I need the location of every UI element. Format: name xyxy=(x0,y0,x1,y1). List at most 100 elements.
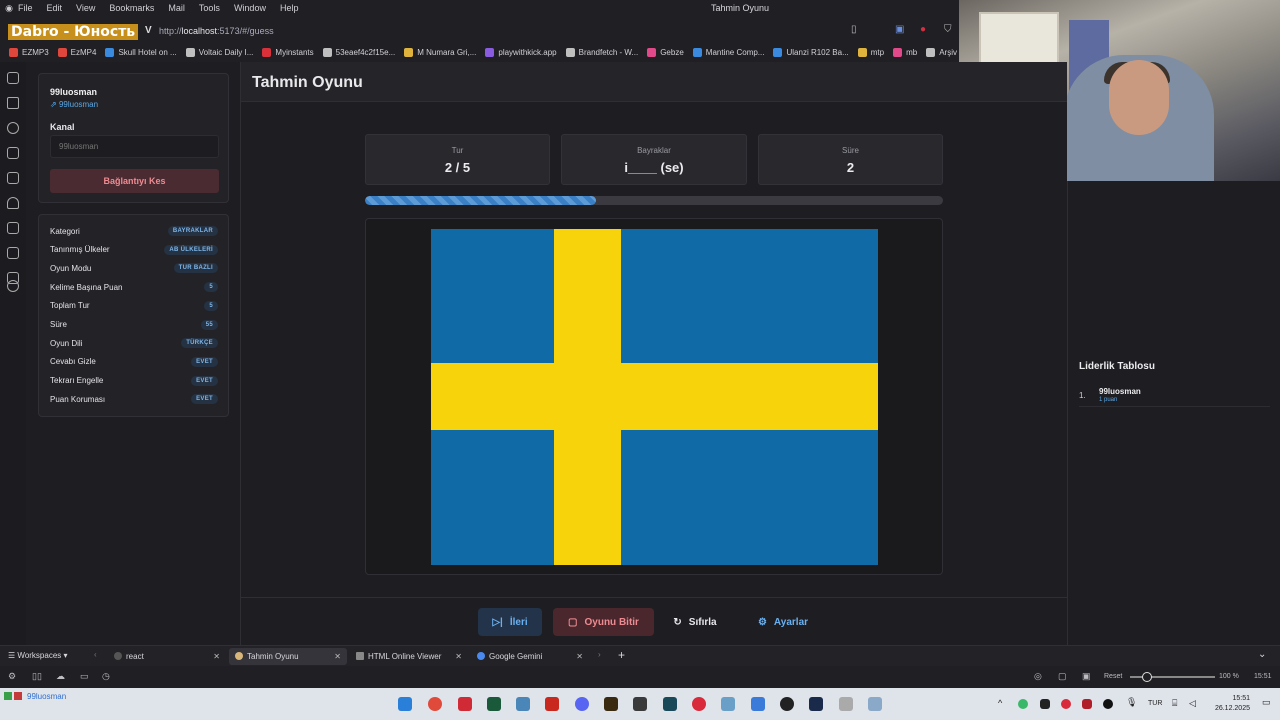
bookmark-item[interactable]: Voltaic Daily I... xyxy=(185,47,253,57)
workspaces-button[interactable]: ☰ Workspaces ▾ xyxy=(8,651,68,660)
bookmark-item[interactable]: M Numara Gri,... xyxy=(404,47,476,57)
bookmark-item[interactable]: EZMP3 xyxy=(9,47,49,57)
database-icon[interactable] xyxy=(516,697,530,711)
panel-downloads-icon[interactable] xyxy=(7,97,19,109)
menu-mail[interactable]: Mail xyxy=(168,3,185,13)
end-game-button[interactable]: ▢ Oyunu Bitir xyxy=(553,608,654,636)
setting-label: Cevabı Gizle xyxy=(50,357,96,367)
menu-help[interactable]: Help xyxy=(280,3,299,13)
close-tab-icon[interactable]: ✕ xyxy=(334,648,341,665)
tab-menu-icon[interactable]: ⌄ xyxy=(1258,649,1266,660)
github-icon[interactable] xyxy=(780,697,794,711)
panel-toggle-icon[interactable]: ⚙ xyxy=(8,671,16,682)
panel-notes-icon[interactable] xyxy=(7,147,19,159)
tray-app3-icon[interactable] xyxy=(1061,699,1071,709)
calculator-icon[interactable] xyxy=(868,697,882,711)
tray-chevron-icon[interactable]: ^ xyxy=(998,698,1002,708)
volume-icon[interactable]: ◁ xyxy=(1189,698,1196,709)
close-tab-icon[interactable]: ✕ xyxy=(455,648,462,665)
windows-start-icon[interactable] xyxy=(398,697,412,711)
bookmark-item[interactable]: Skull Hotel on ... xyxy=(105,47,177,57)
menu-view[interactable]: View xyxy=(76,3,95,13)
panel-bookmarks-icon[interactable] xyxy=(7,72,19,84)
zoom-slider[interactable] xyxy=(1130,672,1215,682)
tab-tahmin-oyunu[interactable]: Tahmin Oyunu ✕ xyxy=(229,648,347,665)
terminal-icon[interactable] xyxy=(487,697,501,711)
panel-translate-icon[interactable] xyxy=(7,172,19,184)
cloud-icon[interactable]: ☁ xyxy=(56,671,65,682)
screenshot-icon[interactable]: ▢ xyxy=(1058,671,1067,682)
illustrator-icon[interactable] xyxy=(604,697,618,711)
bookmark-item[interactable]: mtp xyxy=(857,47,884,57)
network-icon[interactable]: ⌸ xyxy=(1172,698,1177,709)
bookmark-item[interactable]: Mantine Comp... xyxy=(692,47,764,57)
tray-app4-icon[interactable] xyxy=(1082,699,1092,709)
close-tab-icon[interactable]: ✕ xyxy=(576,648,583,665)
user-link[interactable]: ⇗ 99luosman xyxy=(50,100,98,109)
translate-icon[interactable]: ▣ xyxy=(895,24,904,35)
vscode-icon[interactable] xyxy=(751,697,765,711)
panel-add-icon[interactable] xyxy=(7,280,19,292)
filezilla-icon[interactable] xyxy=(545,697,559,711)
next-button[interactable]: ▷| İleri xyxy=(478,608,542,636)
shield-icon[interactable]: ⛉ xyxy=(944,24,952,35)
menu-tools[interactable]: Tools xyxy=(199,3,220,13)
tab-html-viewer[interactable]: HTML Online Viewer ✕ xyxy=(350,648,468,665)
tab-react[interactable]: react ✕ xyxy=(108,648,226,665)
capture-icon[interactable]: ◎ xyxy=(1034,671,1042,682)
image-icon[interactable]: ▭ xyxy=(80,671,89,682)
bookmark-item[interactable]: EzMP4 xyxy=(57,47,96,57)
page-action-icon[interactable]: ▣ xyxy=(1082,671,1091,682)
panel-history-icon[interactable] xyxy=(7,122,19,134)
app-icon[interactable] xyxy=(633,697,647,711)
bookmark-item[interactable]: Arşiv xyxy=(926,47,957,57)
clock-icon[interactable]: ◷ xyxy=(102,671,110,682)
tabs-forward-icon[interactable]: › xyxy=(598,650,601,659)
menu-edit[interactable]: Edit xyxy=(47,3,63,13)
chrome-icon[interactable] xyxy=(428,697,442,711)
disconnect-button[interactable]: Bağlantıyı Kes xyxy=(50,169,219,193)
mic-icon[interactable]: 🎙 xyxy=(1126,697,1137,708)
menu-bookmarks[interactable]: Bookmarks xyxy=(109,3,154,13)
zoom-reset[interactable]: Reset xyxy=(1104,673,1122,680)
media-icon[interactable] xyxy=(692,697,706,711)
panel-mail-icon[interactable] xyxy=(7,247,19,259)
vivaldi-icon[interactable] xyxy=(458,697,472,711)
tool-icon[interactable] xyxy=(839,697,853,711)
tray-app5-icon[interactable] xyxy=(1103,699,1113,709)
channel-input[interactable] xyxy=(50,135,219,158)
steam-icon[interactable] xyxy=(809,697,823,711)
menu-window[interactable]: Window xyxy=(234,3,266,13)
bookmark-item[interactable]: Brandfetch - W... xyxy=(565,47,638,57)
tab-google-gemini[interactable]: Google Gemini ✕ xyxy=(471,648,589,665)
url-field[interactable]: http://localhost:5173/#/guess xyxy=(159,26,274,36)
extension-icon[interactable]: ● xyxy=(920,24,926,35)
zoom-slider-thumb[interactable] xyxy=(1142,672,1152,682)
keyboard-language[interactable]: TUR xyxy=(1148,700,1162,707)
new-tab-icon[interactable]: + xyxy=(618,648,625,662)
bookmark-item[interactable]: 53eaef4c2f15e... xyxy=(322,47,395,57)
close-tab-icon[interactable]: ✕ xyxy=(213,648,220,665)
panel-window-icon[interactable] xyxy=(7,222,19,234)
bookmark-item[interactable]: Myinstants xyxy=(262,47,314,57)
reset-button[interactable]: ↻ Sıfırla xyxy=(665,608,725,636)
panel-reading-icon[interactable] xyxy=(7,197,19,209)
bookmark-item[interactable]: playwithkick.app xyxy=(485,47,557,57)
folder-icon[interactable] xyxy=(721,697,735,711)
tiling-icon[interactable]: ▯▯ xyxy=(32,671,42,682)
notifications-icon[interactable]: ▭ xyxy=(1262,697,1271,708)
bookmark-icon[interactable]: ▯ xyxy=(851,24,857,35)
bookmark-item[interactable]: mb xyxy=(893,47,917,57)
tabs-back-icon[interactable]: ‹ xyxy=(94,650,97,659)
bookmark-item[interactable]: Ulanzi R102 Ba... xyxy=(773,47,849,57)
app2-icon[interactable] xyxy=(663,697,677,711)
settings-button[interactable]: ⚙ Ayarlar xyxy=(748,608,818,636)
menu-file[interactable]: File xyxy=(18,3,33,13)
discord-icon[interactable] xyxy=(575,697,589,711)
tray-app2-icon[interactable] xyxy=(1040,699,1050,709)
bookmark-item[interactable]: Gebze xyxy=(647,47,684,57)
tray-app-icon[interactable] xyxy=(1018,699,1028,709)
setting-label: Kategori xyxy=(50,226,80,236)
taskbar-clock[interactable]: 15:51 26.12.2025 xyxy=(1215,694,1250,714)
vivaldi-logo-icon[interactable]: ◉ xyxy=(0,3,18,14)
